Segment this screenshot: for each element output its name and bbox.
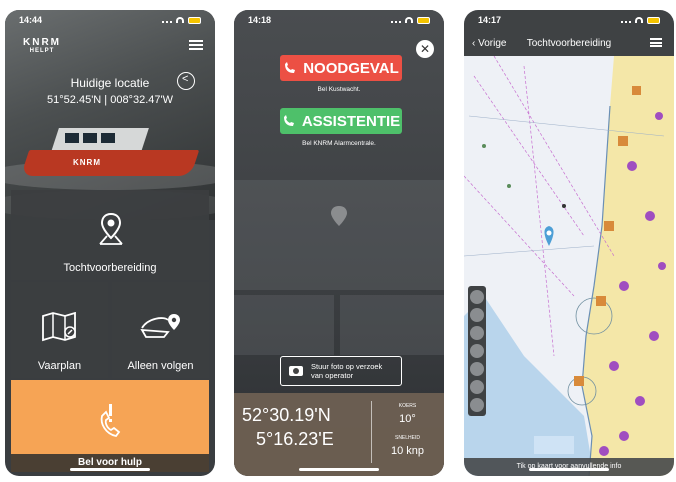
status-bar: 14:44	[5, 10, 215, 30]
tools-icon[interactable]	[470, 362, 484, 376]
map-pin-icon	[99, 212, 123, 245]
longitude-value: 5°16.23'E	[256, 429, 334, 449]
noodgeval-button[interactable]: NOODGEVAL	[280, 55, 402, 81]
status-time: 14:44	[19, 15, 43, 25]
home-indicator	[70, 468, 150, 471]
layers-icon[interactable]	[470, 326, 484, 340]
folded-map-icon	[42, 312, 76, 342]
snelheid-value: 10 knp	[390, 445, 425, 457]
assistentie-button[interactable]: ASSISTENTIE	[280, 108, 402, 134]
menu-icon[interactable]	[650, 38, 662, 47]
track-boat-icon	[140, 314, 180, 338]
alleen-volgen-tile[interactable]: Alleen volgen	[112, 282, 209, 378]
knrm-logo: KNRM HELPT	[23, 37, 61, 55]
nav-title: Tochtvoorbereiding	[526, 37, 612, 49]
menu-icon[interactable]	[189, 40, 203, 50]
location-coords: 51°52.45'N | 008°32.47'W	[47, 94, 173, 106]
signal-icon	[391, 17, 401, 23]
status-time: 14:18	[248, 15, 272, 25]
phone-screen-map: 14:17 ‹ Vorige Tochtvoorbereiding Tik op…	[464, 10, 674, 476]
home-indicator	[299, 468, 379, 471]
harbor-icon[interactable]	[470, 308, 484, 322]
status-bar: 14:17	[464, 10, 674, 30]
koers-value: 10°	[399, 413, 416, 425]
signal-icon	[621, 17, 631, 23]
battery-icon	[647, 16, 660, 24]
bel-voor-hulp-button[interactable]: Bel voor hulp	[11, 380, 209, 472]
home-indicator	[529, 468, 609, 471]
koers-key: KOERS	[398, 403, 417, 409]
lifeboat-image: KNRM	[20, 120, 200, 180]
phone-screen-emergency: 14:18 ✕ NOODGEVAL Bel Kustwacht. ASSISTE…	[234, 10, 444, 476]
phone-icon	[283, 115, 294, 126]
battery-icon	[417, 16, 430, 24]
cart-icon[interactable]	[470, 344, 484, 358]
noodgeval-label: NOODGEVAL	[303, 59, 399, 77]
latitude-value: 52°30.19'N	[242, 405, 331, 425]
phone-alert-icon	[100, 404, 121, 437]
signal-icon	[162, 17, 172, 23]
anchor-icon[interactable]	[470, 290, 484, 304]
map-hint: Tik op kaart voor aanvullende info	[464, 458, 674, 476]
nautical-map[interactable]	[464, 56, 674, 476]
position-panel: 52°30.19'N 5°16.23'E KOERS 10° SNELHEID …	[234, 393, 444, 476]
status-time: 14:17	[478, 15, 502, 25]
faded-pin-icon	[331, 206, 347, 226]
tochtvoorbereiding-label: Tochtvoorbereiding	[63, 262, 157, 274]
vaarplan-label: Vaarplan	[37, 360, 82, 372]
vaarplan-tile[interactable]: Vaarplan	[11, 282, 108, 378]
snelheid-key: SNELHEID	[394, 435, 420, 441]
map-toolbar	[468, 286, 486, 416]
noodgeval-sub: Bel Kustwacht.	[317, 86, 361, 93]
stack-icon[interactable]	[470, 398, 484, 412]
tochtvoorbereiding-tile[interactable]: Tochtvoorbereiding	[11, 190, 209, 280]
close-icon[interactable]: ✕	[416, 40, 434, 58]
share-icon[interactable]	[177, 72, 195, 90]
battery-icon	[188, 16, 201, 24]
phone-screen-home: KNRM 14:44 KNRM HELPT Huidige locatie 51…	[5, 10, 215, 476]
alleen-volgen-label: Alleen volgen	[127, 360, 194, 372]
wifi-icon	[635, 17, 643, 23]
camera-icon	[289, 366, 303, 376]
boat-mark: KNRM	[73, 158, 101, 167]
send-photo-button[interactable]: Stuur foto op verzoek van operator	[280, 356, 402, 386]
wifi-icon	[405, 17, 413, 23]
phone-icon	[285, 62, 296, 73]
wifi-icon	[176, 17, 184, 23]
assistentie-sub: Bel KNRM Alarmcentrale.	[302, 140, 376, 147]
fuel-icon[interactable]	[470, 380, 484, 394]
assistentie-label: ASSISTENTIE	[301, 112, 401, 130]
status-bar: 14:18	[234, 10, 444, 30]
nav-bar: ‹ Vorige Tochtvoorbereiding	[464, 30, 674, 56]
